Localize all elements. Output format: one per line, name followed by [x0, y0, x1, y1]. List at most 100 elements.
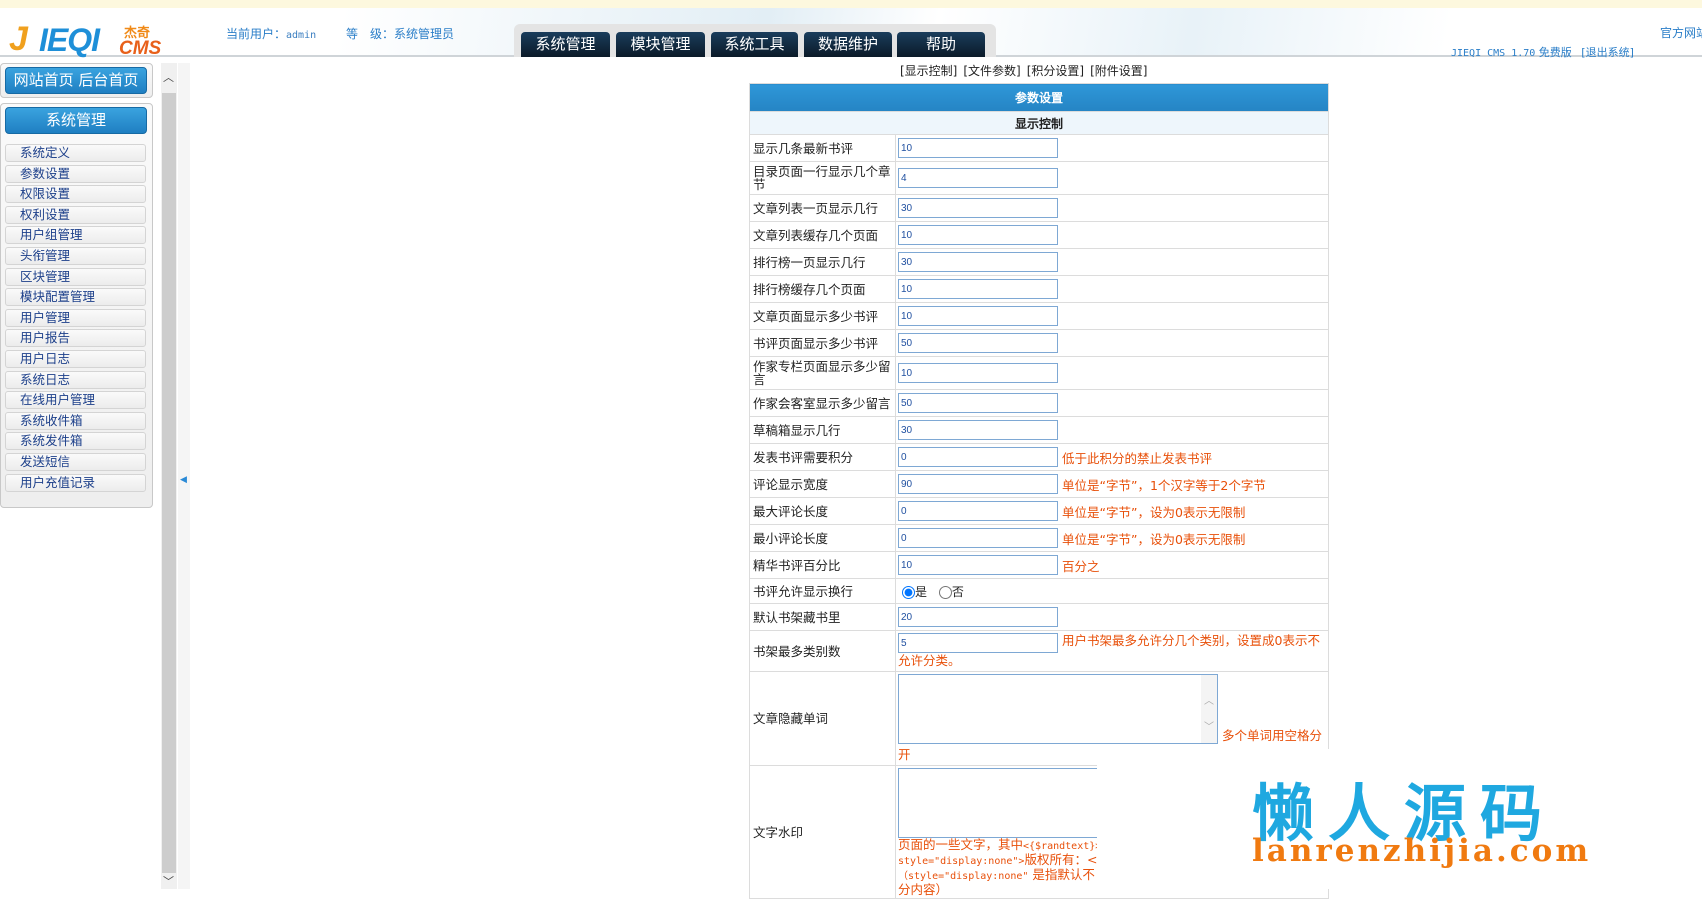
form-row: 排行榜缓存几个页面	[749, 275, 1329, 303]
hidden-words-textarea[interactable]: ︿ ﹀	[898, 674, 1218, 744]
setting-input[interactable]	[898, 225, 1058, 245]
watermark-overlay: 懒人源码 lanrenzhijia.com	[1097, 749, 1702, 889]
main-nav: 系统管理 模块管理 系统工具 数据维护 帮助	[514, 24, 996, 57]
sidebar-item[interactable]: 权利设置	[5, 205, 146, 224]
sidebar-item[interactable]: 在线用户管理	[5, 391, 146, 410]
category-row: 书架最多类别数用户书架最多允许分几个类别，设置成0表示不允许分类。	[749, 630, 1329, 672]
setting-input[interactable]	[898, 363, 1058, 383]
setting-input[interactable]	[898, 501, 1058, 521]
logout-link[interactable]: [退出系统]	[1581, 46, 1634, 59]
field-label: 最小评论长度	[749, 524, 896, 552]
field-label: 书架最多类别数	[749, 630, 896, 672]
home-button[interactable]: 网站首页 后台首页	[5, 67, 147, 94]
sidebar-item[interactable]: 权限设置	[5, 185, 146, 204]
tab-module-management[interactable]: 模块管理	[616, 32, 705, 57]
subnav-file[interactable]: [文件参数]	[963, 64, 1020, 78]
shelf-input[interactable]	[898, 607, 1058, 627]
field-hint: 单位是“字节”，1个汉字等于2个字节	[1062, 477, 1266, 493]
shelf-row: 默认书架藏书里	[749, 603, 1329, 631]
sidebar-item[interactable]: 系统收件箱	[5, 411, 146, 430]
field-label: 文章列表缓存几个页面	[749, 221, 896, 249]
sidebar-item[interactable]: 模块配置管理	[5, 288, 146, 307]
radio-yes-input[interactable]	[902, 585, 915, 599]
subnav-score[interactable]: [积分设置]	[1027, 64, 1084, 78]
field-label: 最大评论长度	[749, 497, 896, 525]
field-label: 书评页面显示多少书评	[749, 329, 896, 357]
field-label: 文章列表一页显示几行	[749, 194, 896, 222]
chevron-down-icon[interactable]: ﹀	[163, 873, 174, 889]
scroll-thumb[interactable]	[162, 93, 176, 873]
section-title: 显示控制	[749, 111, 1329, 135]
setting-input[interactable]	[898, 252, 1058, 272]
setting-input[interactable]	[898, 555, 1058, 575]
field-label: 目录页面一行显示几个章节	[749, 161, 896, 195]
sidebar-item[interactable]: 用户充值记录	[5, 473, 146, 492]
free-edition-link[interactable]: 免费版	[1539, 46, 1572, 59]
form-row: 评论显示宽度 单位是“字节”，1个汉字等于2个字节	[749, 470, 1329, 498]
sidebar-item[interactable]: 用户报告	[5, 329, 146, 348]
sidebar-item[interactable]: 系统定义	[5, 144, 146, 162]
form-row: 文章列表一页显示几行	[749, 194, 1329, 222]
form-row: 最小评论长度 单位是“字节”，设为0表示无限制	[749, 524, 1329, 552]
sidebar-item[interactable]: 用户组管理	[5, 226, 146, 245]
chevron-up-icon[interactable]: ︿	[163, 69, 174, 85]
sidebar-item[interactable]: 区块管理	[5, 267, 146, 286]
category-input[interactable]	[898, 633, 1058, 653]
form-row: 作家专栏页面显示多少留言	[749, 356, 1329, 390]
subnav-display[interactable]: [显示控制]	[900, 64, 957, 78]
field-label: 评论显示宽度	[749, 470, 896, 498]
form-row: 文章列表缓存几个页面	[749, 221, 1329, 249]
field-label: 草稿箱显示几行	[749, 416, 896, 444]
version-info: JIEQI CMS 1.70 免费版 [退出系统]	[1451, 46, 1634, 59]
field-label: 发表书评需要积分	[749, 443, 896, 471]
username: admin	[286, 30, 317, 41]
form-row: 最大评论长度 单位是“字节”，设为0表示无限制	[749, 497, 1329, 525]
sidebar-item[interactable]: 系统发件箱	[5, 432, 146, 451]
radio-no-input[interactable]	[938, 585, 952, 599]
sidebar-item[interactable]: 用户管理	[5, 308, 146, 327]
setting-input[interactable]	[898, 528, 1058, 548]
form-row: 目录页面一行显示几个章节	[749, 161, 1329, 195]
setting-input[interactable]	[898, 447, 1058, 467]
section-system-management[interactable]: 系统管理	[5, 107, 147, 134]
sidebar-item[interactable]: 参数设置	[5, 164, 146, 183]
sidebar-scrollbar[interactable]: ︿ ﹀	[161, 63, 177, 889]
radio-no[interactable]: 否	[938, 585, 964, 599]
setting-input[interactable]	[898, 474, 1058, 494]
tab-system-tools[interactable]: 系统工具	[711, 32, 798, 57]
collapse-arrow-icon[interactable]: ◀	[180, 475, 187, 485]
subnav: [显示控制] [文件参数] [积分设置] [附件设置]	[900, 62, 1154, 79]
field-hint: 单位是“字节”，设为0表示无限制	[1062, 504, 1246, 520]
sidebar-item[interactable]: 用户日志	[5, 350, 146, 368]
setting-input[interactable]	[898, 168, 1058, 188]
setting-input[interactable]	[898, 279, 1058, 299]
radio-yes[interactable]: 是	[902, 585, 927, 599]
setting-input[interactable]	[898, 306, 1058, 326]
field-label: 排行榜一页显示几行	[749, 248, 896, 276]
form-row: 文章页面显示多少书评	[749, 302, 1329, 330]
sidebar-item[interactable]: 发送短信	[5, 453, 146, 471]
field-label: 文章隐藏单词	[749, 671, 896, 766]
field-label: 作家专栏页面显示多少留言	[749, 356, 896, 390]
frame-splitter[interactable]: ◀	[178, 63, 190, 889]
sidebar-item[interactable]: 头衔管理	[5, 247, 146, 265]
tab-system-management[interactable]: 系统管理	[521, 32, 610, 57]
setting-input[interactable]	[898, 420, 1058, 440]
field-label: 文字水印	[749, 765, 896, 899]
setting-input[interactable]	[898, 198, 1058, 218]
form-row: 排行榜一页显示几行	[749, 248, 1329, 276]
tab-data-maintenance[interactable]: 数据维护	[804, 32, 892, 57]
setting-input[interactable]	[898, 333, 1058, 353]
field-label: 文章页面显示多少书评	[749, 302, 896, 330]
setting-input[interactable]	[898, 393, 1058, 413]
user-level: 系统管理员	[393, 27, 454, 41]
top-notice-bar	[0, 0, 1702, 8]
linebreak-row: 书评允许显示换行是 否	[749, 578, 1329, 604]
sidebar-item[interactable]: 系统日志	[5, 370, 146, 389]
subnav-attachment[interactable]: [附件设置]	[1090, 64, 1147, 78]
official-site-link[interactable]: 官方网站	[1660, 24, 1702, 41]
textarea-scrollbar[interactable]: ︿ ﹀	[1201, 675, 1217, 743]
setting-input[interactable]	[898, 138, 1058, 158]
tab-help[interactable]: 帮助	[897, 32, 985, 57]
form-row: 草稿箱显示几行	[749, 416, 1329, 444]
